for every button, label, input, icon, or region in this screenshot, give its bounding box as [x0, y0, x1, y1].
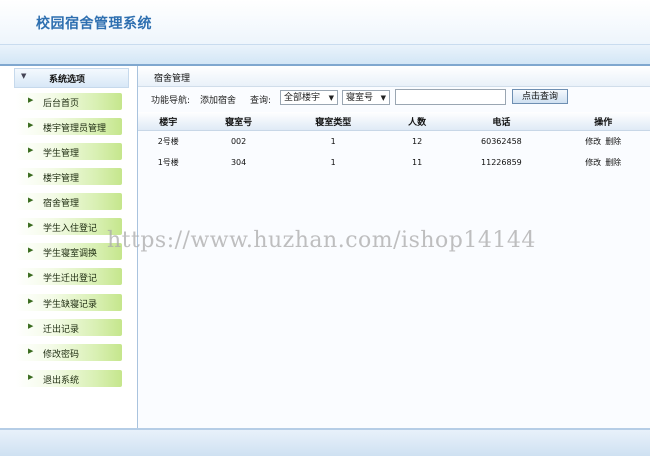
sidebar-item-checkout-records[interactable]: ▶ 迁出记录	[16, 319, 122, 336]
column-header: 电话	[446, 112, 557, 131]
sidebar-item-label: 修改密码	[43, 350, 80, 360]
footer	[0, 428, 650, 456]
collapse-arrow-icon: ▼	[21, 72, 27, 80]
column-header: 人数	[387, 112, 447, 131]
sidebar-item-label: 楼宇管理员管理	[43, 124, 107, 134]
cell-actions: 修改 删除	[556, 131, 650, 153]
sidebar-item-label: 楼宇管理	[43, 174, 80, 184]
sidebar-item-label: 学生管理	[43, 149, 80, 159]
nav-label: 功能导航:	[151, 96, 191, 106]
sidebar-item-label: 学生缺寝记录	[43, 300, 98, 310]
query-button[interactable]: 点击查询	[512, 89, 568, 104]
sidebar-item-label: 宿舍管理	[43, 199, 80, 209]
add-dorm-link[interactable]: 添加宿舍	[200, 93, 236, 106]
sidebar-item-absence[interactable]: ▶ 学生缺寝记录	[16, 294, 122, 311]
delete-link[interactable]: 删除	[605, 158, 621, 167]
column-header: 楼宇	[138, 112, 199, 131]
dropdown-caret-icon: ▼	[328, 94, 334, 102]
main-header: 宿舍管理	[138, 66, 650, 87]
table-row: 2号楼 002 1 12 60362458 修改 删除	[138, 131, 650, 153]
dorm-table: 楼宇 寝室号 寝室类型 人数 电话 操作 2号楼 002 1 12 603624…	[138, 112, 650, 173]
field-select[interactable]: 寝室号 ▼	[342, 90, 390, 105]
search-input[interactable]	[395, 89, 506, 105]
arrow-right-icon: ▶	[28, 373, 34, 381]
arrow-right-icon: ▶	[28, 171, 34, 179]
sidebar-item-checkout[interactable]: ▶ 学生迁出登记	[16, 268, 122, 285]
cell-actions: 修改 删除	[556, 152, 650, 173]
sidebar-item-logout[interactable]: ▶ 退出系统	[16, 370, 122, 387]
edit-link[interactable]: 修改	[585, 158, 601, 167]
building-select-value: 全部楼宇	[284, 93, 321, 103]
sidebar-header-label: 系统选项	[49, 75, 86, 85]
sidebar-header[interactable]: ▼ 系统选项	[14, 68, 129, 88]
sidebar-item-home[interactable]: ▶ 后台首页	[16, 93, 122, 110]
header: 校园宿舍管理系统	[0, 0, 650, 44]
app-title: 校园宿舍管理系统	[36, 16, 152, 32]
sidebar-item-buildings[interactable]: ▶ 楼宇管理	[16, 168, 122, 185]
toolbar: 功能导航: 添加宿舍 查询: 全部楼宇 ▼ 寝室号 ▼ 点击查询	[138, 88, 650, 108]
cell-building: 2号楼	[157, 137, 179, 146]
field-select-value: 寝室号	[346, 93, 374, 103]
delete-link[interactable]: 删除	[605, 137, 621, 146]
sidebar-item-building-admin[interactable]: ▶ 楼宇管理员管理	[16, 118, 122, 135]
arrow-right-icon: ▶	[28, 221, 34, 229]
watermark: https://www.huzhan.com/ishop14144	[107, 228, 536, 253]
sidebar-item-dorms[interactable]: ▶ 宿舍管理	[16, 193, 122, 210]
cell-phone: 11226859	[481, 158, 522, 167]
cell-count: 11	[411, 158, 423, 167]
edit-link[interactable]: 修改	[585, 137, 601, 146]
column-header: 寝室类型	[278, 112, 388, 131]
dropdown-caret-icon: ▼	[380, 94, 386, 102]
sidebar-item-label: 学生迁出登记	[43, 274, 98, 284]
arrow-right-icon: ▶	[28, 246, 34, 254]
arrow-right-icon: ▶	[28, 322, 34, 330]
cell-room: 304	[230, 158, 247, 167]
arrow-right-icon: ▶	[28, 297, 34, 305]
column-header: 寝室号	[198, 112, 279, 131]
building-select[interactable]: 全部楼宇 ▼	[280, 90, 338, 105]
column-header: 操作	[556, 112, 650, 131]
sidebar-item-label: 后台首页	[43, 99, 80, 109]
cell-phone: 60362458	[481, 137, 522, 146]
page-title: 宿舍管理	[154, 74, 191, 84]
arrow-right-icon: ▶	[28, 196, 34, 204]
arrow-right-icon: ▶	[28, 96, 34, 104]
sidebar-item-label: 学生入住登记	[43, 224, 98, 234]
table-row: 1号楼 304 1 11 11226859 修改 删除	[138, 152, 650, 173]
top-bar	[0, 44, 650, 66]
arrow-right-icon: ▶	[28, 347, 34, 355]
query-label: 查询:	[250, 96, 272, 106]
arrow-right-icon: ▶	[28, 146, 34, 154]
sidebar-item-label: 迁出记录	[43, 325, 80, 335]
cell-type: 1	[330, 158, 336, 167]
sidebar-item-label: 退出系统	[43, 376, 80, 386]
cell-room: 002	[230, 137, 247, 146]
sidebar-item-label: 学生寝室调换	[43, 249, 98, 259]
sidebar-item-students[interactable]: ▶ 学生管理	[16, 143, 122, 160]
cell-count: 12	[411, 137, 423, 146]
arrow-right-icon: ▶	[28, 121, 34, 129]
table-header-row: 楼宇 寝室号 寝室类型 人数 电话 操作	[138, 112, 650, 131]
arrow-right-icon: ▶	[28, 271, 34, 279]
cell-building: 1号楼	[157, 158, 179, 167]
sidebar-item-change-password[interactable]: ▶ 修改密码	[16, 344, 122, 361]
cell-type: 1	[330, 137, 336, 146]
